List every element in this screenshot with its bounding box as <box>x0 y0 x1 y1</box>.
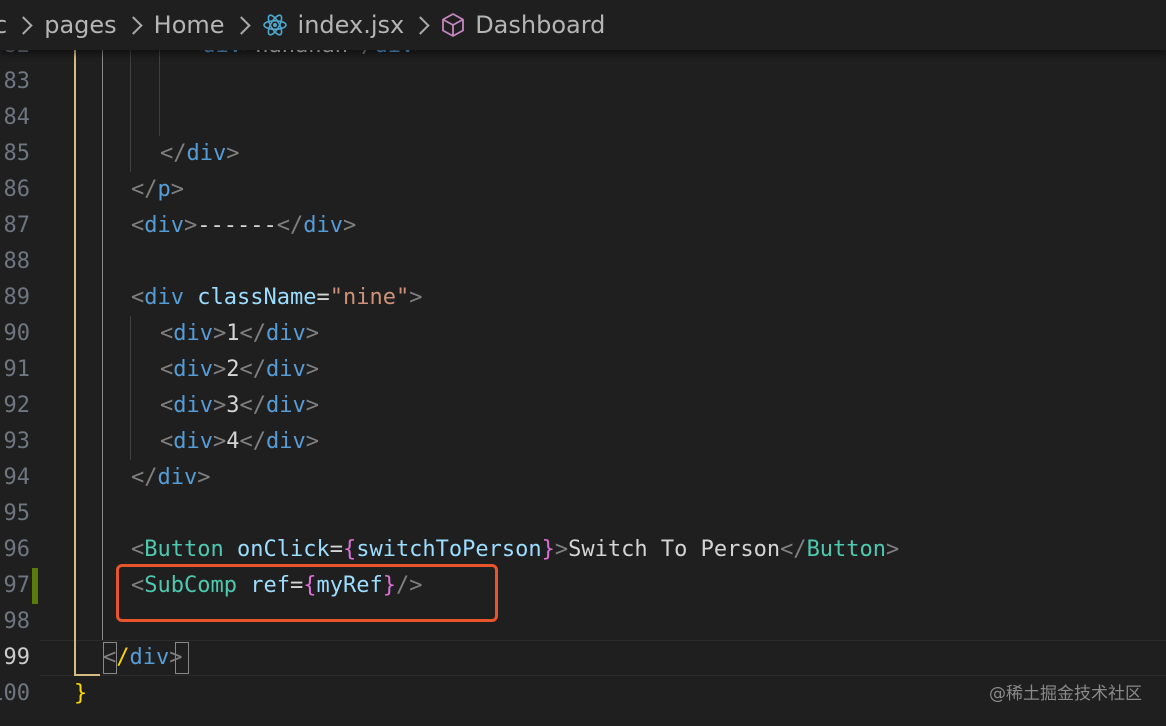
code-editor[interactable]: 82 83 84 85 86 87 88 89 90 91 92 93 94 9… <box>0 0 1166 726</box>
breadcrumb-item-index-jsx[interactable]: index.jsx <box>262 0 404 50</box>
cube-icon <box>441 12 465 38</box>
breadcrumb-item-dashboard[interactable]: Dashboard <box>441 0 605 50</box>
chevron-right-icon <box>411 15 430 35</box>
code-line: <Button onClick={switchToPerson}>Switch … <box>131 537 900 562</box>
chevron-right-icon <box>123 15 143 35</box>
code-line: <div>3</div> <box>160 393 319 418</box>
annotation-highlight-box <box>116 564 498 622</box>
line-number: 96 <box>3 537 31 562</box>
code-line: </div> <box>160 141 240 166</box>
line-number: 83 <box>3 69 31 94</box>
line-number: 93 <box>3 429 31 454</box>
code-line: <div className="nine"> <box>131 285 423 310</box>
code-line: <div>2</div> <box>160 357 319 382</box>
bracket-pair-guide <box>74 0 76 676</box>
code-line: <div>1</div> <box>160 321 319 346</box>
line-number: 94 <box>3 465 31 490</box>
code-line: } <box>74 681 88 706</box>
line-number: 88 <box>3 249 31 274</box>
line-number-current: 99 <box>3 645 31 670</box>
line-number: 85 <box>3 141 31 166</box>
line-number: 90 <box>3 321 31 346</box>
indent-guide <box>130 316 131 460</box>
line-number: 87 <box>3 213 31 238</box>
line-number: 100 <box>0 681 30 706</box>
chevron-right-icon <box>14 15 33 35</box>
line-number: 97 <box>3 573 31 598</box>
watermark: @稀土掘金技术社区 <box>989 684 1142 704</box>
current-line-highlight <box>40 640 1166 676</box>
line-number: 89 <box>3 285 31 310</box>
line-number: 91 <box>3 357 31 382</box>
line-number: 86 <box>3 177 31 202</box>
code-line: <div>4</div> <box>160 429 319 454</box>
code-line: </p> <box>131 177 184 202</box>
code-line-current: </div> <box>103 645 183 670</box>
line-number: 92 <box>3 393 31 418</box>
git-modified-indicator <box>32 568 38 604</box>
line-number: 98 <box>3 609 31 634</box>
indent-guide-active <box>102 0 103 640</box>
code-line: </div> <box>131 465 211 490</box>
breadcrumb-item-pages[interactable]: pages <box>44 0 116 50</box>
breadcrumb-item-home[interactable]: Home <box>154 0 225 50</box>
react-icon <box>262 12 288 38</box>
breadcrumb-item-src[interactable]: c <box>0 0 7 50</box>
line-number: 84 <box>3 105 31 130</box>
line-number: 95 <box>3 501 31 526</box>
chevron-right-icon <box>231 15 251 35</box>
code-line: <div>------</div> <box>131 213 357 238</box>
breadcrumb: c pages Home index.jsx Dashboard <box>0 0 1166 50</box>
